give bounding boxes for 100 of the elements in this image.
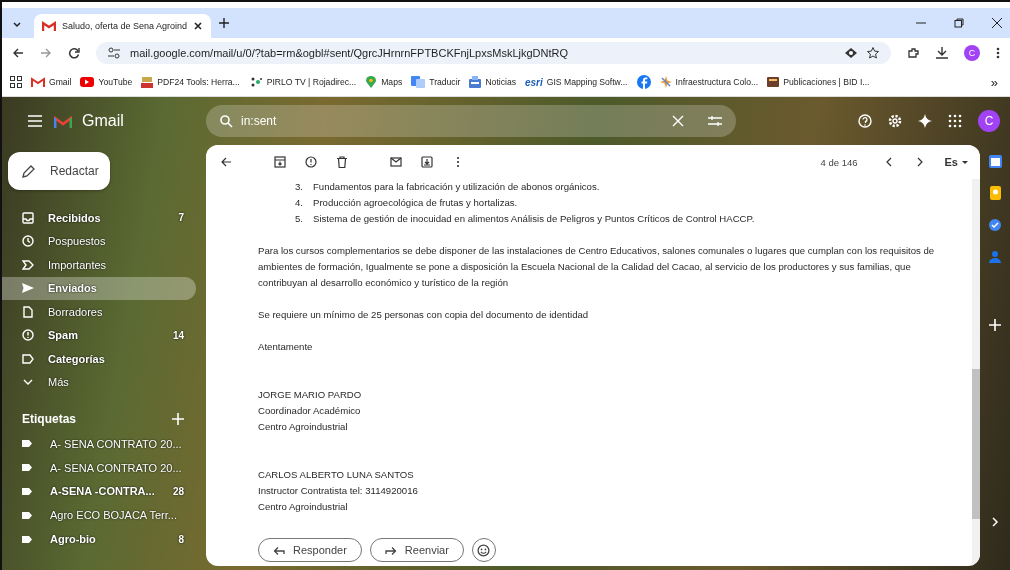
chevron-right-icon[interactable] bbox=[991, 517, 999, 527]
bookmark[interactable]: Maps bbox=[365, 76, 403, 88]
search-icon[interactable] bbox=[220, 114, 233, 128]
forward-arrow-icon[interactable] bbox=[40, 47, 52, 59]
filter-sliders-icon[interactable] bbox=[708, 115, 722, 127]
close-icon[interactable] bbox=[992, 18, 1002, 28]
back-arrow-icon[interactable] bbox=[220, 156, 232, 168]
star-icon[interactable] bbox=[867, 47, 879, 59]
label-item[interactable]: Agro-bio 8 bbox=[2, 527, 196, 551]
nav-label: Spam bbox=[48, 329, 79, 342]
browser-tab[interactable]: Saludo, oferta de Sena Agroind bbox=[34, 14, 212, 38]
bookmark[interactable] bbox=[636, 75, 651, 89]
help-icon[interactable] bbox=[858, 114, 872, 128]
nav-item[interactable]: Importantes bbox=[2, 253, 196, 277]
bookmark[interactable]: Infraestructura Colo... bbox=[659, 76, 759, 88]
lightbulb-note-icon[interactable] bbox=[989, 186, 1001, 200]
send-icon bbox=[22, 282, 34, 295]
forward-button[interactable]: Reenviar bbox=[369, 538, 464, 562]
nav-label: Pospuestos bbox=[48, 235, 107, 248]
tab-title: Saludo, oferta de Sena Agroind bbox=[62, 21, 188, 31]
plus-icon[interactable] bbox=[219, 18, 230, 28]
star-icon bbox=[659, 76, 672, 88]
reply-button[interactable]: Responder bbox=[258, 538, 362, 562]
chevron-down-icon[interactable] bbox=[12, 22, 22, 28]
bookmark-label: Noticias bbox=[485, 77, 516, 87]
tune-icon[interactable] bbox=[108, 47, 120, 59]
bookmark-label: Maps bbox=[381, 77, 403, 87]
unread-count: 28 bbox=[172, 486, 184, 497]
bookmark[interactable]: Publicaciones | BID I... bbox=[767, 76, 870, 88]
bookmark[interactable]: Noticias bbox=[469, 76, 516, 88]
label-item[interactable]: A- SENA CONTRATO 20... bbox=[2, 455, 196, 480]
list-item-text: Fundamentos para la fabricación y utilización de abonos orgánicos. bbox=[313, 180, 600, 194]
more-vertical-icon[interactable] bbox=[996, 47, 1000, 59]
trash-icon[interactable] bbox=[336, 156, 348, 168]
settings-icon[interactable] bbox=[888, 114, 902, 128]
nav-item[interactable]: Borradores bbox=[2, 300, 196, 324]
person-icon[interactable] bbox=[989, 250, 1001, 263]
more-bookmarks[interactable]: » bbox=[990, 74, 1002, 90]
reload-icon[interactable] bbox=[68, 47, 80, 59]
eye-icon[interactable] bbox=[845, 47, 857, 59]
unread-count: 14 bbox=[172, 329, 184, 341]
archive-icon[interactable] bbox=[274, 156, 286, 168]
bookmark[interactable]: Traducir bbox=[411, 76, 461, 88]
label-item[interactable]: A- SENA CONTRATO 20... bbox=[2, 432, 196, 456]
sparkle-icon[interactable] bbox=[918, 114, 932, 128]
menu-icon[interactable] bbox=[28, 115, 42, 127]
nav-item[interactable]: Pospuestos bbox=[2, 229, 196, 253]
nav-item[interactable]: Categorías bbox=[2, 347, 196, 371]
nav-item[interactable]: Más bbox=[2, 370, 196, 394]
nav-item[interactable]: Recibidos 7 bbox=[2, 206, 196, 230]
apps-grid-icon[interactable] bbox=[948, 114, 962, 128]
move-to-icon[interactable] bbox=[421, 156, 433, 168]
emoji-button[interactable] bbox=[471, 538, 496, 562]
label-icon bbox=[22, 463, 32, 473]
warning-icon[interactable] bbox=[305, 156, 317, 168]
envelope-icon[interactable] bbox=[390, 156, 402, 168]
label-item[interactable]: A-SENA -CONTRA... 28 bbox=[2, 479, 196, 504]
nav-item[interactable]: Enviados bbox=[2, 276, 196, 300]
back-arrow-icon[interactable] bbox=[12, 47, 24, 59]
bookmark-label: Gmail bbox=[49, 77, 72, 87]
list-item-text: Sistema de gestión de inocuidad en alimentos Análisis de Peligros y Puntos Críticos de Control HACCP. bbox=[313, 212, 755, 226]
bookmark[interactable]: YouTube bbox=[80, 76, 133, 88]
scrollbar-thumb[interactable] bbox=[972, 369, 980, 519]
bookmark[interactable]: PDF24 Tools: Herra... bbox=[141, 76, 240, 88]
bookmark-label: esri bbox=[525, 76, 543, 88]
important-marker-icon bbox=[22, 258, 34, 271]
language-selector[interactable]: Es bbox=[944, 156, 968, 168]
body-text: Para los cursos complementarios se debe disponer de las instalaciones de Centro Educativos, salones comunales o lugares que cumplan con los requisitos de ambientes de formación, Igualmente se pone a disposición la Escuela Nacional de la Calidad del Cacao, al servicio de los productores y sus familias, que contribuyan al desarrollo económico y turístico de la región bbox=[258, 244, 936, 290]
bookmark-label: GIS Mapping Softw... bbox=[546, 77, 628, 87]
nav-label: Enviados bbox=[48, 282, 98, 295]
mail-icon bbox=[31, 76, 45, 88]
apps-grid-icon[interactable] bbox=[10, 76, 22, 88]
clock-icon bbox=[22, 235, 34, 248]
close-icon[interactable] bbox=[193, 21, 204, 31]
unread-count: 8 bbox=[178, 533, 184, 545]
body-text: JORGE MARIO PARDO bbox=[258, 388, 363, 402]
checkmark-circle-icon[interactable] bbox=[988, 218, 1002, 232]
profile-avatar[interactable]: C bbox=[964, 45, 980, 61]
video-play-icon bbox=[80, 76, 95, 88]
body-text: CARLOS ALBERTO LUNA SANTOS bbox=[258, 468, 415, 482]
nav-label: Agro ECO BOJACA Terr... bbox=[50, 509, 178, 522]
address-bar[interactable]: mail.google.com/mail/u/0/?tab=rm&ogbl#sent/QgrcJHrnrnFPTBCKFnjLpxsMskLjkgDNtRQ bbox=[96, 42, 891, 64]
puzzle-icon[interactable] bbox=[907, 47, 920, 59]
download-icon[interactable] bbox=[936, 47, 948, 59]
book-icon bbox=[767, 76, 780, 88]
bookmark[interactable]: Gmail bbox=[31, 76, 72, 88]
nav-label: Más bbox=[48, 376, 70, 389]
nav-item[interactable]: Spam 14 bbox=[2, 323, 196, 347]
list-number: 4. bbox=[294, 196, 303, 210]
search-field[interactable]: in:sent bbox=[206, 105, 736, 137]
restore-icon[interactable] bbox=[954, 18, 964, 28]
label-item[interactable]: Agro ECO BOJACA Terr... bbox=[2, 503, 196, 528]
map-pin-icon bbox=[365, 76, 378, 88]
warning-icon bbox=[22, 329, 34, 342]
compose-button[interactable]: Redactar bbox=[8, 152, 110, 190]
facebook-icon bbox=[636, 75, 651, 89]
bookmark[interactable]: esri GIS Mapping Softw... bbox=[525, 76, 628, 88]
bookmark[interactable]: PIRLO TV | Rojadirec... bbox=[248, 76, 357, 88]
body-text: Instructor Contratista tel: 3114920016 bbox=[258, 484, 419, 498]
body-text: Se requiere un mínimo de 25 personas con copia del documento de identidad bbox=[258, 308, 590, 322]
